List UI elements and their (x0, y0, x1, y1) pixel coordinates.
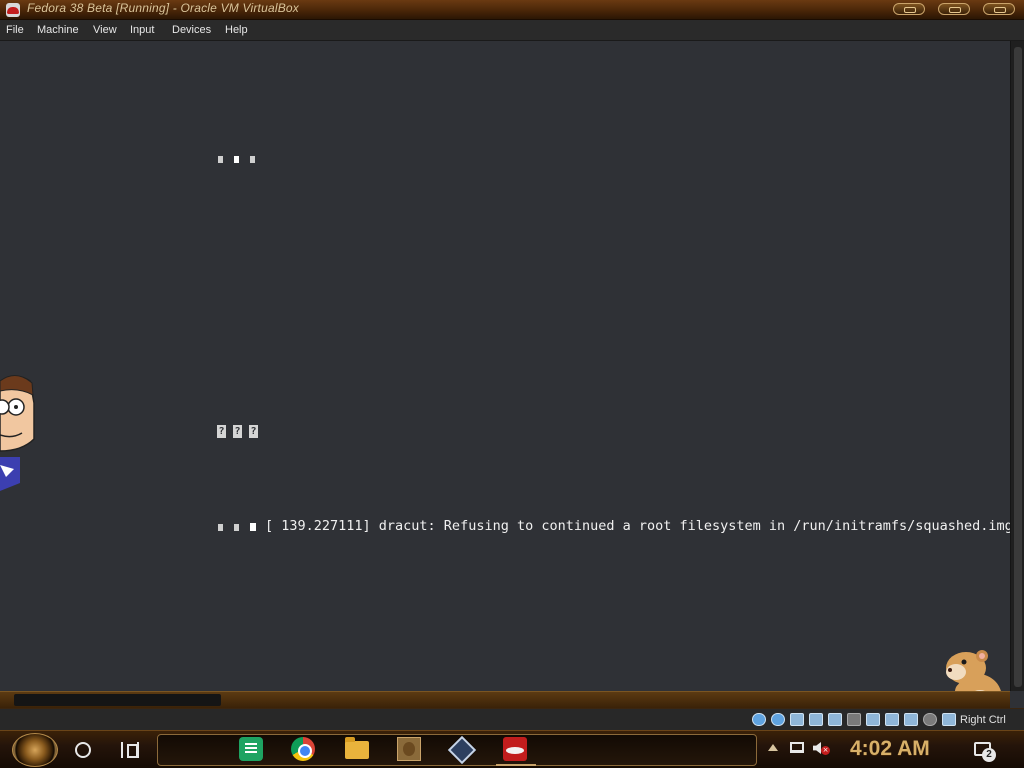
maximize-button[interactable] (938, 3, 970, 15)
volume-tray-icon[interactable] (813, 742, 821, 754)
google-sheets-icon[interactable] (239, 737, 263, 761)
menu-input[interactable]: Input (130, 24, 154, 36)
vm-status-bar: Right Ctrl (0, 708, 1024, 730)
console-dot (250, 523, 256, 531)
network-tray-icon[interactable] (790, 742, 804, 753)
menu-machine[interactable]: Machine (37, 24, 79, 36)
chrome-icon[interactable] (291, 737, 315, 761)
menu-view[interactable]: View (93, 24, 117, 36)
notification-count-badge: 2 (982, 748, 996, 762)
minimize-button[interactable] (893, 3, 925, 15)
start-button[interactable] (12, 733, 58, 767)
window-title: Fedora 38 Beta [Running] - Oracle VM Vir… (27, 1, 299, 15)
unknown-glyph-box: ? (217, 425, 226, 438)
menu-file[interactable]: File (6, 24, 24, 36)
show-hidden-icons-icon[interactable] (768, 744, 778, 751)
recording-icon[interactable] (885, 713, 899, 726)
mouse-integration-icon[interactable] (923, 713, 937, 726)
boot-message-line: [ 139.227111] dracut: Refusing to contin… (265, 518, 1013, 534)
active-window-indicator (496, 764, 536, 766)
unknown-glyph-box: ? (233, 425, 242, 438)
console-dot (218, 156, 223, 163)
taskbar-clock[interactable]: 4:02 AM (850, 737, 930, 761)
hard-disk-icon[interactable] (752, 713, 766, 726)
cortana-search-icon[interactable] (75, 742, 91, 758)
console-dot (234, 524, 239, 531)
box-app-icon[interactable] (397, 737, 421, 761)
usb-icon[interactable] (828, 713, 842, 726)
menu-bar: File Machine View Input Devices Help (0, 20, 1024, 41)
file-explorer-icon[interactable] (345, 737, 369, 759)
taskbar: × 4:02 AM 2 (0, 730, 1024, 768)
virtualbox-icon[interactable] (449, 737, 473, 761)
optical-drive-icon[interactable] (771, 713, 785, 726)
menu-help[interactable]: Help (225, 24, 248, 36)
keyboard-icon[interactable] (942, 713, 956, 726)
console-dot (234, 156, 239, 163)
vertical-scrollbar-thumb[interactable] (1014, 47, 1022, 687)
unknown-glyph-box: ? (249, 425, 258, 438)
muted-x-icon: × (821, 746, 830, 755)
cartoon-man-sticker (0, 375, 35, 491)
display-icon[interactable] (866, 713, 880, 726)
console-dot (250, 156, 255, 163)
horizontal-scrollbar[interactable] (0, 691, 1010, 708)
horizontal-scrollbar-thumb[interactable] (14, 694, 221, 706)
close-button[interactable] (983, 3, 1015, 15)
vm-display[interactable]: ? ? ? [ 139.227111] dracut: Refusing to … (0, 41, 1013, 723)
shared-folder-icon[interactable] (847, 713, 861, 726)
audio-icon[interactable] (790, 713, 804, 726)
vertical-scrollbar[interactable] (1010, 41, 1024, 691)
host-key-label: Right Ctrl (960, 714, 1006, 726)
virtualization-icon[interactable] (904, 713, 918, 726)
console-dot (218, 524, 223, 531)
task-view-icon[interactable] (121, 742, 139, 758)
network-icon[interactable] (809, 713, 823, 726)
virtualbox-fedora-icon (6, 3, 20, 17)
fedora-vm-icon[interactable] (503, 737, 527, 761)
window-title-bar[interactable]: Fedora 38 Beta [Running] - Oracle VM Vir… (0, 0, 1024, 20)
menu-devices[interactable]: Devices (172, 24, 211, 36)
